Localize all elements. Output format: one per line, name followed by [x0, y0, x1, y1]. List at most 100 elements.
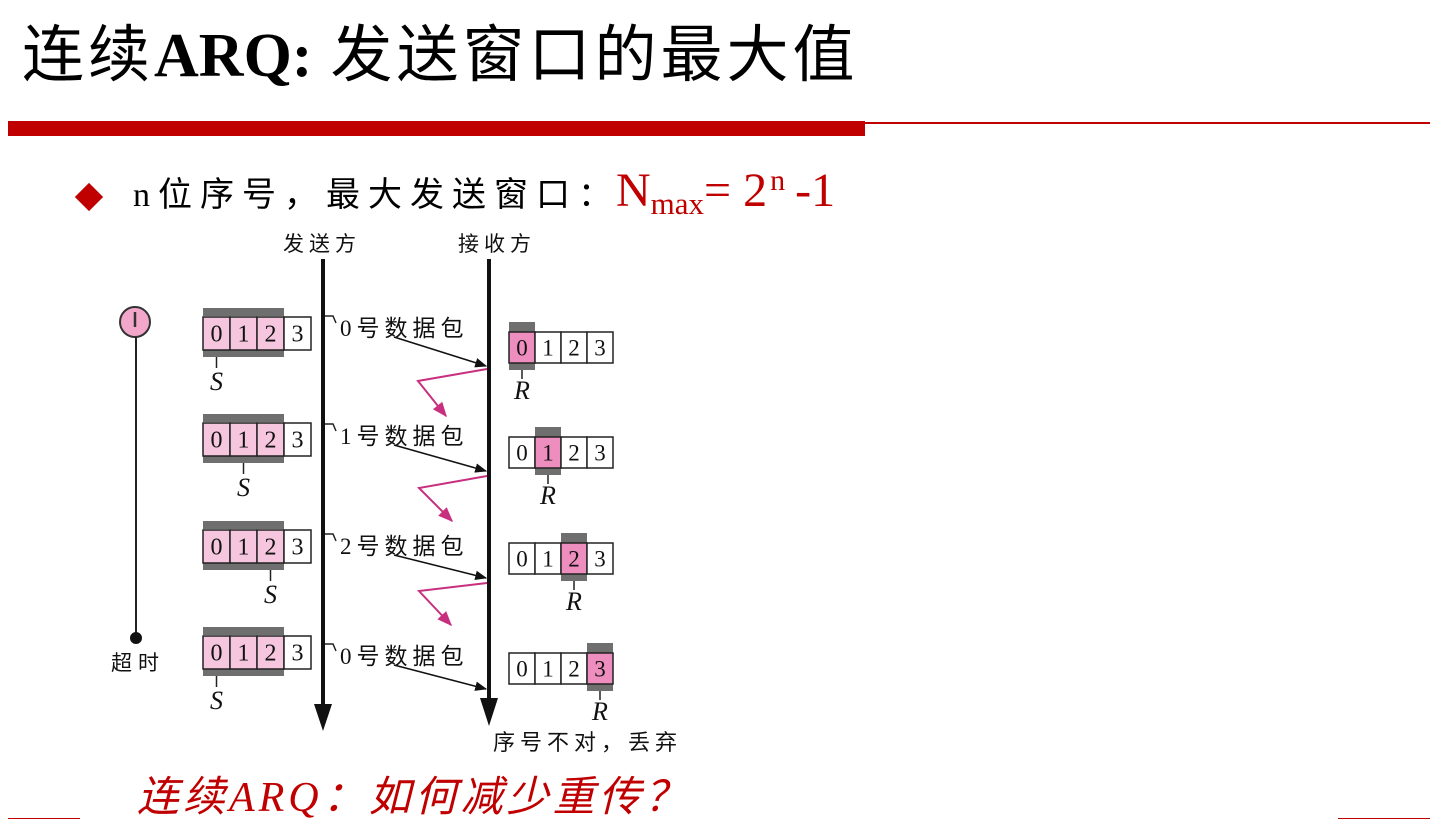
sender-pointer-label: S — [264, 580, 277, 609]
data-packet: 1号数据包 — [325, 423, 488, 473]
formula-equals: = 2 — [704, 164, 768, 217]
sender-window-top-bar — [203, 627, 284, 635]
packet-send-mark — [325, 533, 337, 542]
receiver-pointer-label: R — [513, 376, 530, 405]
sequence-number: 1 — [238, 322, 250, 348]
sequence-number: 1 — [238, 535, 250, 561]
sequence-number: 3 — [594, 441, 606, 466]
sequence-number: 3 — [594, 657, 606, 682]
packet-label: 2号数据包 — [340, 534, 469, 559]
formula-subscript: max — [650, 186, 705, 221]
sender-window-bottom-bar — [203, 350, 284, 357]
sequence-number: 0 — [516, 547, 528, 572]
sender-pointer-label: S — [237, 473, 250, 502]
title-rest: 发送窗口的最大值 — [330, 22, 859, 90]
sender-window-bottom-bar — [203, 669, 284, 676]
receiver-label: 接收方 — [458, 232, 536, 256]
packet-send-mark — [325, 423, 337, 432]
max-window-formula: Nmax= 2 n -1 — [616, 164, 836, 221]
data-packets: 0号数据包 1号数据包 2号数据包 0号数据包 — [325, 315, 488, 691]
packet-send-mark — [325, 643, 337, 652]
sequence-number: 2 — [568, 336, 580, 361]
sender-window-bottom-bar — [203, 456, 284, 463]
diamond-icon — [74, 182, 104, 212]
footer-rule-right — [1338, 818, 1430, 819]
sender-windows: 0 1 2 3S0 1 2 3S0 1 2 3S0 1 2 3S — [202, 308, 312, 715]
receiver-pointer-label: R — [539, 481, 556, 510]
data-packet: 0号数据包 — [325, 643, 488, 691]
receiver-window-bottom-bar — [535, 468, 561, 475]
sender-window: 0 1 2 3S — [202, 308, 312, 396]
receiver-window-top-bar — [535, 427, 561, 437]
sender-window: 0 1 2 3S — [202, 414, 312, 502]
timer-icon — [119, 306, 151, 338]
formula-base: N — [616, 164, 651, 217]
discard-label: 序号不对，丢弃 — [493, 730, 682, 755]
ack-arrows — [416, 368, 488, 627]
ack-arrow — [416, 368, 488, 418]
receiver-pointer-label: R — [591, 697, 608, 726]
sender-pointer-label: S — [210, 686, 223, 715]
ack-arrow — [416, 475, 488, 523]
packet-label: 0号数据包 — [340, 316, 469, 341]
sender-label: 发送方 — [283, 232, 361, 256]
sender-window-bottom-bar — [203, 563, 284, 570]
receiver-window-top-bar — [561, 533, 587, 543]
receiver-window: 0 1 2 3R — [508, 643, 614, 726]
sequence-number: 2 — [568, 547, 580, 572]
packet-send-mark — [325, 315, 337, 324]
title-protocol: ARQ: — [154, 22, 313, 90]
sequence-number: 1 — [238, 428, 250, 454]
sender-window: 0 1 2 3S — [202, 521, 312, 609]
receiver-windows: 0 1 2 3R0 1 2 3R0 1 2 3R0 1 2 3R — [508, 322, 614, 726]
sequence-number: 1 — [542, 441, 554, 466]
receiver-window-bottom-bar — [509, 363, 535, 370]
sender-window-top-bar — [203, 308, 284, 316]
receiver-window-bottom-bar — [561, 574, 587, 581]
title-underline-bar — [8, 121, 865, 136]
bullet-text: n位序号，最大发送窗口： — [133, 177, 620, 214]
sequence-number: 2 — [265, 641, 277, 667]
receiver-window-bottom-bar — [587, 684, 613, 691]
timeout-label: 超时 — [111, 651, 165, 675]
sequence-number: 3 — [594, 336, 606, 361]
receiver-window: 0 1 2 3R — [508, 533, 614, 616]
sequence-number: 2 — [568, 657, 580, 682]
data-packet: 2号数据包 — [325, 533, 488, 581]
sequence-number: 3 — [594, 547, 606, 572]
title-underline-rule — [865, 122, 1430, 124]
receiver-pointer-label: R — [565, 587, 582, 616]
sender-window-top-bar — [203, 414, 284, 422]
receiver-window-top-bar — [587, 643, 613, 653]
sender-window-top-bar — [203, 521, 284, 529]
sequence-number: 0 — [211, 322, 223, 348]
formula-tail: -1 — [795, 164, 836, 217]
sequence-number: 0 — [516, 657, 528, 682]
footer-rule-left — [8, 818, 80, 819]
sequence-number: 0 — [516, 336, 528, 361]
packet-arrow — [393, 336, 488, 368]
sequence-number: 3 — [292, 535, 304, 561]
formula-superscript: n — [770, 164, 786, 197]
title-prefix: 连续 — [22, 22, 155, 90]
sequence-number: 3 — [292, 641, 304, 667]
sequence-number: 2 — [265, 322, 277, 348]
sequence-number: 0 — [516, 441, 528, 466]
sequence-number: 2 — [568, 441, 580, 466]
data-packet: 0号数据包 — [325, 315, 488, 368]
sender-timeline-arrowhead — [314, 704, 332, 731]
receiver-window: 0 1 2 3 R — [508, 322, 614, 405]
sender-window: 0 1 2 3S — [202, 627, 312, 715]
slide: { "slide": { "title": { "prefix": "连续", … — [0, 0, 1430, 833]
slide-title: 连续ARQ: 发送窗口的最大值 — [22, 18, 858, 94]
receiver-timeline-arrowhead — [480, 698, 498, 726]
sliding-window-diagram: 发送方 接收方 超时 0 1 2 3S0 1 2 3S0 1 2 3S0 1 2 3S 0号数据包1号数… — [111, 232, 682, 755]
sender-pointer-label: S — [210, 367, 223, 396]
sequence-number: 1 — [542, 336, 554, 361]
receiver-window: 0 1 2 3 R — [508, 427, 614, 510]
sequence-number: 1 — [542, 547, 554, 572]
ack-arrow — [416, 582, 488, 627]
timeout-dot — [130, 632, 142, 644]
sequence-number: 0 — [211, 428, 223, 454]
sequence-number: 1 — [238, 641, 250, 667]
